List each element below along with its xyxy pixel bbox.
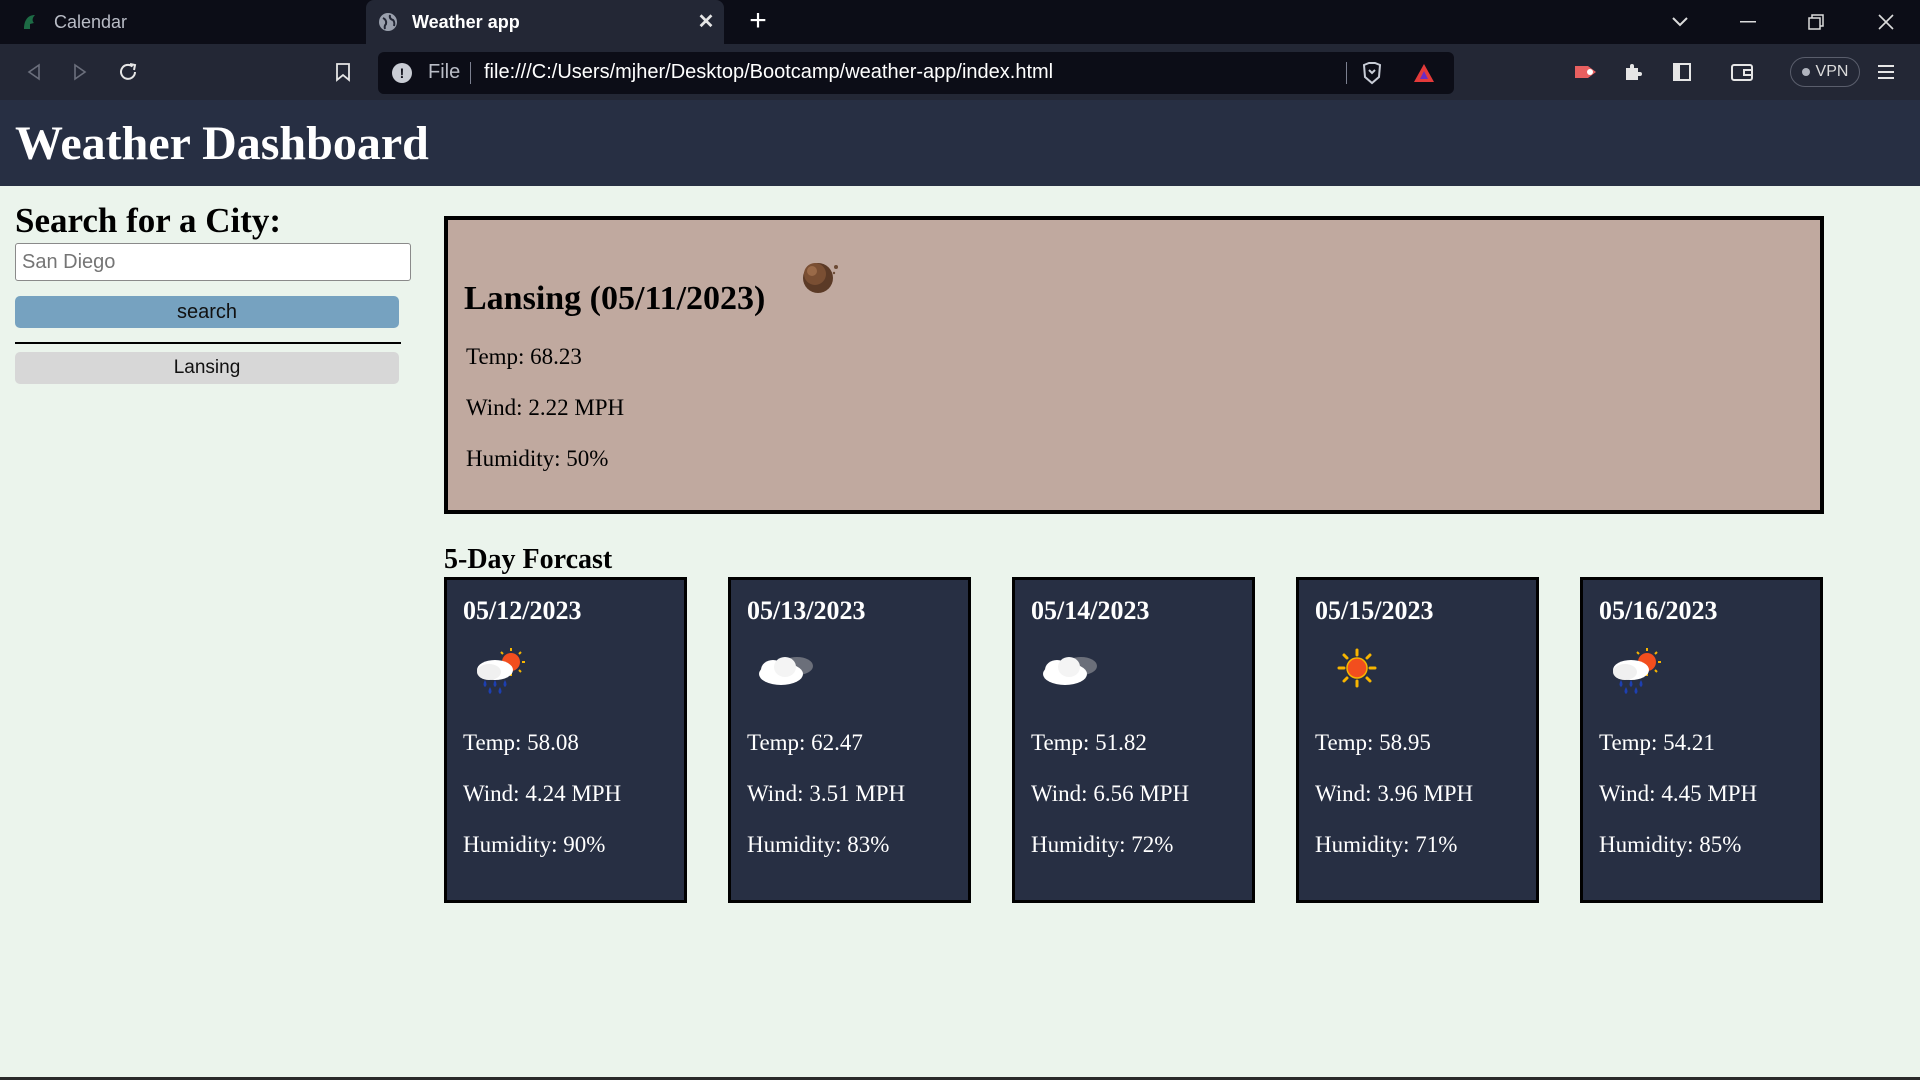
close-window-button[interactable] — [1858, 0, 1914, 44]
forecast-temp: Temp: 58.08 — [463, 730, 579, 755]
bookmark-icon[interactable] — [325, 54, 361, 90]
history-divider — [15, 342, 401, 344]
tab-title: Weather app — [412, 11, 520, 32]
moon-night-icon — [798, 250, 846, 298]
scheme-label: File — [428, 61, 461, 83]
forecast-date: 05/13/2023 — [747, 596, 866, 625]
forecast-card: 05/13/2023 Temp: 62.47 Wind: 3.51 MPH Hu… — [728, 577, 971, 903]
vpn-label: VPN — [1815, 63, 1849, 80]
restore-button[interactable] — [1788, 0, 1844, 44]
current-city-date: Lansing (05/11/2023) — [464, 280, 766, 317]
minimize-button[interactable] — [1720, 0, 1776, 44]
forecast-humidity: Humidity: 71% — [1315, 832, 1458, 857]
tab-calendar[interactable]: Calendar — [0, 0, 362, 44]
forecast-wind: Wind: 4.24 MPH — [463, 781, 622, 806]
current-temp: Temp: 68.23 — [466, 344, 582, 369]
menu-hamburger-icon[interactable] — [1868, 54, 1904, 90]
new-tab-button[interactable]: + — [744, 6, 772, 36]
forecast-humidity: Humidity: 83% — [747, 832, 890, 857]
address-divider — [1346, 62, 1347, 84]
site-info-icon[interactable]: ! — [392, 63, 412, 83]
browser-tab-bar: Calendar Weather app ✕ + — [0, 0, 1920, 44]
address-bar[interactable]: ! File file:///C:/Users/mjher/Desktop/Bo… — [378, 52, 1454, 94]
reload-button[interactable] — [110, 54, 146, 90]
forecast-humidity: Humidity: 85% — [1599, 832, 1742, 857]
address-toolbar: ! File file:///C:/Users/mjher/Desktop/Bo… — [0, 44, 1920, 100]
page-header: Weather Dashboard — [0, 100, 1920, 186]
current-weather-card: Lansing (05/11/2023) Temp: 68.23 Wind: 2… — [444, 216, 1824, 514]
extensions-puzzle-icon[interactable] — [1616, 54, 1652, 90]
forecast-temp: Temp: 58.95 — [1315, 730, 1431, 755]
forecast-temp: Temp: 54.21 — [1599, 730, 1715, 755]
forecast-wind: Wind: 4.45 MPH — [1599, 781, 1758, 806]
rain-sun-icon — [1603, 640, 1673, 696]
address-divider — [470, 62, 471, 84]
sidebar-toggle-icon[interactable] — [1664, 54, 1700, 90]
forward-button[interactable] — [62, 54, 98, 90]
tab-weather-app[interactable]: Weather app ✕ — [366, 0, 724, 44]
brave-rewards-icon[interactable] — [1406, 55, 1442, 91]
forecast-wind: Wind: 3.96 MPH — [1315, 781, 1474, 806]
forecast-card: 05/14/2023 Temp: 51.82 Wind: 6.56 MPH Hu… — [1012, 577, 1255, 903]
forecast-wind: Wind: 3.51 MPH — [747, 781, 906, 806]
vpn-button[interactable]: VPN — [1790, 57, 1860, 87]
sun-icon — [1319, 640, 1389, 696]
forecast-date: 05/16/2023 — [1599, 596, 1718, 625]
spartan-helmet-icon — [20, 12, 40, 32]
forecast-card: 05/15/2023 Temp: 58.95 Wind: 3.96 MPH Hu… — [1296, 577, 1539, 903]
forecast-humidity: Humidity: 90% — [463, 832, 606, 857]
cloud-icon — [1035, 640, 1105, 696]
globe-icon — [378, 12, 398, 32]
tab-search-chevron-icon[interactable] — [1652, 0, 1708, 44]
extension-record-icon[interactable] — [1568, 54, 1604, 90]
back-button[interactable] — [16, 54, 52, 90]
forecast-card: 05/16/2023 Temp: 54.21 Wind: 4.45 MPH Hu… — [1580, 577, 1823, 903]
forecast-date: 05/14/2023 — [1031, 596, 1150, 625]
url-text[interactable]: file:///C:/Users/mjher/Desktop/Bootcamp/… — [484, 61, 1053, 84]
wallet-icon[interactable] — [1724, 54, 1760, 90]
search-button[interactable]: search — [15, 296, 399, 328]
brave-shields-icon[interactable] — [1354, 55, 1390, 91]
rain-sun-icon — [467, 640, 537, 696]
current-wind: Wind: 2.22 MPH — [466, 395, 625, 420]
forecast-card: 05/12/2023 Temp: 58.08 Wind: 4.24 MPH Hu… — [444, 577, 687, 903]
tab-title: Calendar — [54, 11, 128, 32]
vpn-status-dot — [1801, 68, 1810, 76]
history-city-button[interactable]: Lansing — [15, 352, 399, 384]
current-humidity: Humidity: 50% — [466, 446, 609, 471]
forecast-temp: Temp: 62.47 — [747, 730, 863, 755]
city-search-input[interactable] — [15, 243, 411, 281]
page-title: Weather Dashboard — [15, 117, 429, 170]
close-tab-icon[interactable]: ✕ — [694, 10, 718, 34]
forecast-heading: 5-Day Forcast — [444, 544, 613, 575]
forecast-date: 05/15/2023 — [1315, 596, 1434, 625]
forecast-temp: Temp: 51.82 — [1031, 730, 1147, 755]
cloud-icon — [751, 640, 821, 696]
forecast-wind: Wind: 6.56 MPH — [1031, 781, 1190, 806]
search-heading: Search for a City: — [15, 201, 282, 240]
forecast-humidity: Humidity: 72% — [1031, 832, 1174, 857]
forecast-date: 05/12/2023 — [463, 596, 582, 625]
